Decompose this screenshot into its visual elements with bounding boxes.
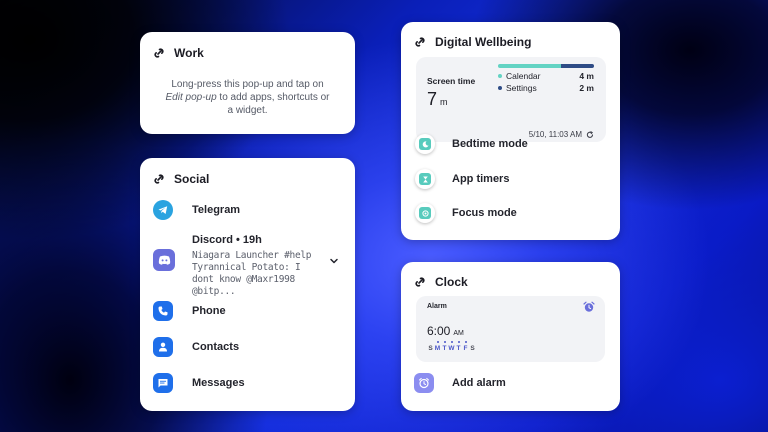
work-hint-line1: Long-press this pop-up and tap on	[171, 79, 324, 90]
chevron-down-icon[interactable]	[329, 256, 339, 266]
screen-time-updated: 5/10, 11:03 AM	[529, 130, 594, 139]
work-header[interactable]: Work	[153, 46, 204, 60]
app-time-calendar: 4 m	[579, 71, 594, 81]
discord-title: Discord • 19h	[192, 234, 262, 246]
app-name-calendar: Calendar	[506, 71, 541, 81]
app-label-phone: Phone	[192, 305, 226, 317]
alarm-day-tue: T	[442, 341, 447, 352]
screen-time-bar-settings	[561, 64, 594, 68]
app-time-settings: 2 m	[579, 83, 594, 93]
social-popup-card[interactable]: Social Telegram Discord • 19h Niagara La…	[140, 158, 355, 411]
updated-timestamp: 5/10, 11:03 AM	[528, 130, 582, 139]
telegram-icon	[153, 200, 173, 220]
clock-header[interactable]: Clock	[414, 275, 468, 289]
screen-time-widget[interactable]: Screen time 7m Calendar 4 m Settings 2 m…	[416, 57, 606, 142]
alarm-day-thu: T	[456, 341, 461, 352]
alarm-ampm: AM	[453, 330, 464, 337]
alarm-day-wed: W	[448, 341, 455, 352]
calendar-dot	[498, 74, 502, 78]
app-timers-label: App timers	[452, 173, 510, 185]
alarm-day-sat: S	[470, 345, 475, 352]
alarm-day-sun: S	[428, 345, 433, 352]
discord-message: Niagara Launcher #help Tyrannical Potato…	[192, 250, 312, 297]
screen-time-label: Screen time	[427, 76, 476, 86]
app-row-contacts[interactable]: Contacts	[153, 337, 345, 357]
screen-time-value: 7m	[427, 89, 448, 110]
action-focus-mode[interactable]: Focus mode	[415, 203, 517, 223]
alarm-label: Alarm	[427, 303, 447, 310]
work-popup-card[interactable]: Work Long-press this pop-up and tap on E…	[140, 32, 355, 134]
app-row-messages[interactable]: Messages	[153, 373, 345, 393]
work-hint-line3: a widget.	[227, 105, 268, 116]
alarm-day-mon: M	[434, 341, 441, 352]
wellbeing-title: Digital Wellbeing	[435, 35, 532, 49]
screen-time-app-calendar: Calendar 4 m	[498, 71, 594, 81]
add-alarm-label: Add alarm	[452, 377, 506, 389]
focus-icon	[415, 203, 435, 223]
social-header[interactable]: Social	[153, 172, 209, 186]
work-hint-em: Edit pop-up	[165, 92, 217, 103]
discord-icon	[153, 249, 175, 271]
app-label-contacts: Contacts	[192, 341, 240, 353]
moon-icon	[415, 134, 435, 154]
hourglass-icon	[415, 169, 435, 189]
screen-time-number: 7	[427, 89, 438, 109]
link-icon	[154, 174, 164, 184]
screen-time-bar-calendar	[498, 64, 562, 68]
action-app-timers[interactable]: App timers	[415, 169, 509, 189]
add-alarm-icon	[414, 373, 434, 393]
screen-time-unit: m	[440, 97, 448, 107]
wellbeing-header[interactable]: Digital Wellbeing	[414, 35, 531, 49]
work-hint-line2: to add apps, shortcuts or	[216, 92, 330, 103]
digital-wellbeing-card[interactable]: Digital Wellbeing Screen time 7m Calenda…	[401, 22, 620, 240]
alarm-days: S M T W T F S	[427, 341, 476, 352]
bedtime-mode-label: Bedtime mode	[452, 138, 528, 150]
add-alarm-button[interactable]: Add alarm	[414, 373, 506, 393]
social-title: Social	[174, 172, 210, 186]
link-icon	[415, 277, 425, 287]
clock-title: Clock	[435, 275, 468, 289]
phone-icon	[153, 301, 173, 321]
app-row-phone[interactable]: Phone	[153, 301, 345, 321]
alarm-time: 6:00 AM	[427, 324, 464, 338]
app-label-messages: Messages	[192, 377, 245, 389]
app-row-telegram[interactable]: Telegram	[153, 200, 345, 220]
work-title: Work	[174, 46, 204, 60]
work-hint-text: Long-press this pop-up and tap on Edit p…	[150, 78, 345, 117]
link-icon	[415, 37, 425, 47]
settings-dot	[498, 86, 502, 90]
alarm-time-value: 6:00	[427, 324, 451, 338]
alarm-day-fri: F	[463, 341, 468, 352]
contacts-icon	[153, 337, 173, 357]
screen-time-bar	[498, 64, 594, 68]
alarm-widget[interactable]: Alarm 6:00 AM S M T W T F S	[416, 296, 605, 362]
clock-card[interactable]: Clock Alarm 6:00 AM S M T W T F S Add ala…	[401, 262, 620, 411]
alarm-clock-icon	[583, 301, 595, 312]
action-bedtime-mode[interactable]: Bedtime mode	[415, 134, 528, 154]
focus-mode-label: Focus mode	[452, 207, 517, 219]
link-icon	[154, 48, 164, 58]
screen-time-app-settings: Settings 2 m	[498, 83, 594, 93]
app-label-telegram: Telegram	[192, 204, 241, 216]
refresh-icon[interactable]	[586, 130, 594, 139]
app-name-settings: Settings	[506, 83, 537, 93]
messages-icon	[153, 373, 173, 393]
